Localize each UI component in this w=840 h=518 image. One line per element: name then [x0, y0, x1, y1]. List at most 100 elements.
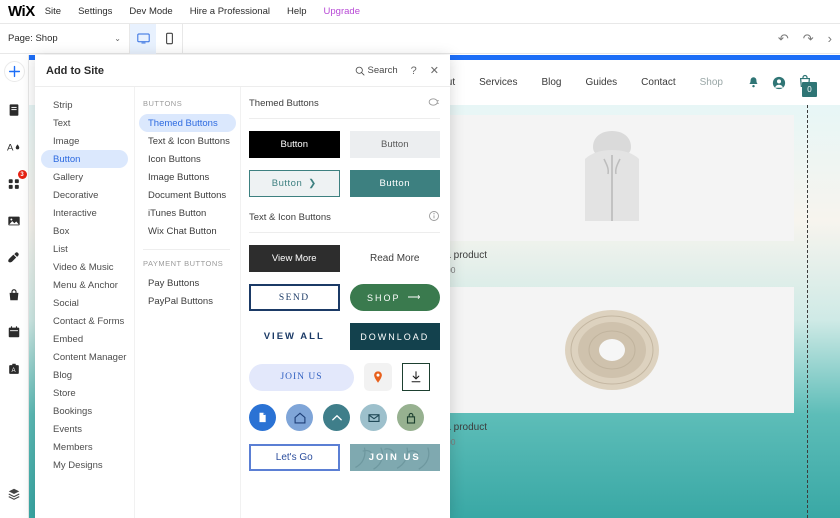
more-tools-button[interactable]: › — [828, 31, 832, 46]
subcategory-wix-chat-button[interactable]: Wix Chat Button — [139, 222, 236, 240]
account-icon[interactable] — [772, 76, 786, 90]
subcategory-themed-buttons[interactable]: Themed Buttons — [139, 114, 236, 132]
category-social[interactable]: Social — [41, 294, 128, 312]
category-list[interactable]: List — [41, 240, 128, 258]
redo-button[interactable]: ↷ — [803, 31, 814, 47]
category-blog[interactable]: Blog — [41, 366, 128, 384]
site-nav-blog[interactable]: Blog — [541, 77, 561, 88]
category-text[interactable]: Text — [41, 114, 128, 132]
circle-button-scroll-up[interactable] — [323, 404, 350, 431]
bell-icon[interactable] — [747, 76, 760, 89]
category-members[interactable]: Members — [41, 438, 128, 456]
info-icon[interactable] — [428, 210, 440, 225]
add-elements-button[interactable] — [3, 61, 25, 82]
site-theme-button[interactable]: A — [0, 132, 29, 161]
desktop-view-button[interactable] — [130, 23, 156, 54]
category-video-music[interactable]: Video & Music — [41, 258, 128, 276]
category-strip[interactable]: Strip — [41, 96, 128, 114]
category-interactive[interactable]: Interactive — [41, 204, 128, 222]
circle-button-home[interactable] — [286, 404, 313, 431]
button-read-more[interactable]: Read More — [350, 245, 441, 272]
subcategory-text-icon-buttons[interactable]: Text & Icon Buttons — [139, 132, 236, 150]
subcategory-paypal-buttons[interactable]: PayPal Buttons — [139, 292, 236, 310]
button-send[interactable]: SEND — [249, 284, 340, 311]
subcategory-image-buttons[interactable]: Image Buttons — [139, 168, 236, 186]
location-pin-button[interactable] — [364, 363, 392, 391]
circle-button-email[interactable] — [360, 404, 387, 431]
site-nav-shop[interactable]: Shop — [700, 77, 723, 88]
subcategory-icon-buttons[interactable]: Icon Buttons — [139, 150, 236, 168]
themed-button-gray[interactable]: Button — [349, 131, 440, 158]
desktop-icon — [136, 33, 150, 44]
product-image — [429, 115, 794, 241]
category-bookings[interactable]: Bookings — [41, 402, 128, 420]
themed-button-teal-filled[interactable]: Button — [349, 170, 440, 197]
menu-item-settings[interactable]: Settings — [78, 6, 112, 17]
button-shop[interactable]: SHOP ⟶ — [349, 284, 440, 311]
circle-button-lock[interactable] — [397, 404, 424, 431]
product-card[interactable]: I'm a product $25.00 — [429, 115, 794, 275]
wix-logo[interactable]: WiX — [0, 3, 45, 20]
button-join-us-pill[interactable]: JOIN US — [249, 363, 354, 391]
layers-icon — [8, 488, 20, 500]
button-join-us-floral[interactable]: JOIN US — [349, 444, 440, 471]
category-image[interactable]: Image — [41, 132, 128, 150]
site-nav-guides[interactable]: Guides — [585, 77, 617, 88]
add-apps-button[interactable]: 3 — [0, 169, 29, 198]
site-nav-contact[interactable]: Contact — [641, 77, 675, 88]
members-button[interactable]: A — [0, 354, 29, 383]
search-button[interactable]: Search — [355, 65, 398, 76]
category-menu-anchor[interactable]: Menu & Anchor — [41, 276, 128, 294]
menu-item-upgrade[interactable]: Upgrade — [324, 6, 360, 17]
add-to-site-panel[interactable]: Add to Site Search ? ✕ Strip Text Image … — [35, 55, 450, 518]
cart-button[interactable]: 0 — [798, 74, 817, 97]
product-image — [429, 287, 794, 413]
menu-item-help[interactable]: Help — [287, 6, 307, 17]
category-decorative[interactable]: Decorative — [41, 186, 128, 204]
subcategory-pay-buttons[interactable]: Pay Buttons — [139, 274, 236, 292]
circle-button-document[interactable] — [249, 404, 276, 431]
page-selector[interactable]: Page: Shop ⌄ — [0, 23, 130, 54]
subcategory-document-buttons[interactable]: Document Buttons — [139, 186, 236, 204]
mobile-icon — [165, 32, 173, 45]
search-icon — [355, 66, 365, 75]
section-title: Themed Buttons — [249, 98, 319, 109]
subcategory-itunes-button[interactable]: iTunes Button — [139, 204, 236, 222]
themed-button-black[interactable]: Button — [249, 131, 340, 158]
help-button[interactable]: ? — [411, 65, 417, 77]
theme-swatch-icon[interactable] — [428, 96, 440, 111]
undo-redo-group: ↶ ↷ › — [778, 31, 840, 47]
category-my-designs[interactable]: My Designs — [41, 456, 128, 474]
site-nav-services[interactable]: Services — [479, 77, 517, 88]
button-view-more[interactable]: View More — [249, 245, 340, 272]
bookings-button[interactable] — [0, 317, 29, 346]
menu-item-dev-mode[interactable]: Dev Mode — [129, 6, 172, 17]
mobile-view-button[interactable] — [156, 24, 182, 54]
download-button[interactable] — [402, 363, 430, 391]
button-download[interactable]: DOWNLOAD — [349, 323, 440, 350]
pages-menu-button[interactable] — [0, 95, 29, 124]
close-icon[interactable]: ✕ — [430, 64, 439, 77]
category-button[interactable]: Button — [41, 150, 128, 168]
my-uploads-button[interactable] — [0, 206, 29, 235]
site-nav-icons: 0 — [747, 74, 817, 97]
category-store[interactable]: Store — [41, 384, 128, 402]
category-contact-forms[interactable]: Contact & Forms — [41, 312, 128, 330]
category-embed[interactable]: Embed — [41, 330, 128, 348]
category-events[interactable]: Events — [41, 420, 128, 438]
button-view-all[interactable]: VIEW ALL — [249, 323, 340, 350]
menu-item-hire-a-professional[interactable]: Hire a Professional — [190, 6, 270, 17]
category-gallery[interactable]: Gallery — [41, 168, 128, 186]
category-box[interactable]: Box — [41, 222, 128, 240]
product-name: I'm a product — [429, 250, 488, 261]
themed-button-teal-outline[interactable]: Button ❯ — [249, 170, 340, 197]
menu-item-site[interactable]: Site — [45, 6, 61, 17]
store-button[interactable] — [0, 280, 29, 309]
product-card[interactable]: I'm a product $40.00 — [429, 287, 794, 447]
layers-button[interactable] — [0, 479, 29, 508]
button-label: JOIN US — [249, 363, 354, 391]
undo-button[interactable]: ↶ — [778, 31, 789, 47]
category-content-manager[interactable]: Content Manager — [41, 348, 128, 366]
blog-button[interactable] — [0, 243, 29, 272]
button-lets-go[interactable]: Let's Go — [249, 444, 340, 471]
